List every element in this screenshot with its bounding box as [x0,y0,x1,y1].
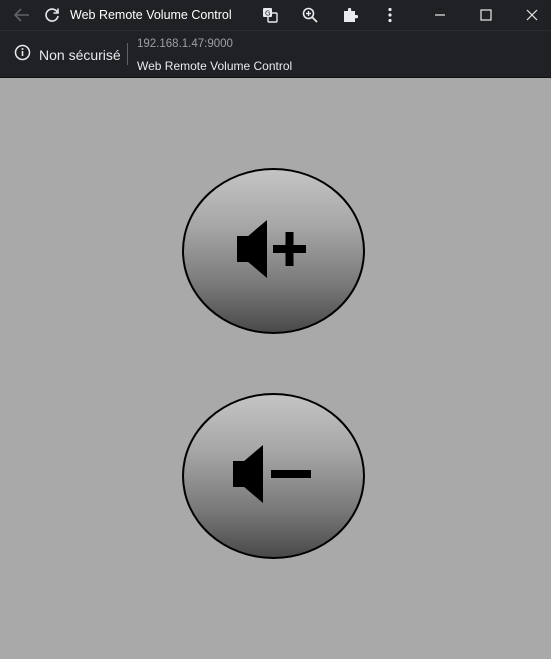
window-title: Web Remote Volume Control [70,8,232,22]
maximize-icon[interactable] [476,0,496,30]
url-text[interactable]: 192.168.1.47:9000 [137,38,233,50]
security-label: Non sécurisé [39,46,121,63]
address-bar: Non sécurisé 192.168.1.47:9000 Web Remot… [0,30,551,78]
close-icon[interactable] [522,0,542,30]
volume-down-icon [229,439,319,514]
zoom-icon[interactable] [300,0,320,30]
kebab-menu-icon[interactable] [380,0,400,30]
reload-icon[interactable] [42,0,62,30]
back-arrow-icon[interactable] [12,0,32,30]
page-title: Web Remote Volume Control [137,59,293,73]
page-content [0,78,551,659]
puzzle-icon[interactable] [340,0,360,30]
info-icon [14,44,31,66]
volume-up-button[interactable] [182,168,365,334]
browser-title-bar: Web Remote Volume Control G [0,0,551,30]
minimize-icon[interactable] [430,0,450,30]
volume-down-button[interactable] [182,393,365,559]
svg-text:G: G [265,10,270,18]
security-indicator[interactable]: Non sécurisé [14,31,121,78]
translate-icon[interactable]: G [260,0,280,30]
divider [127,43,128,65]
volume-up-icon [229,214,319,289]
